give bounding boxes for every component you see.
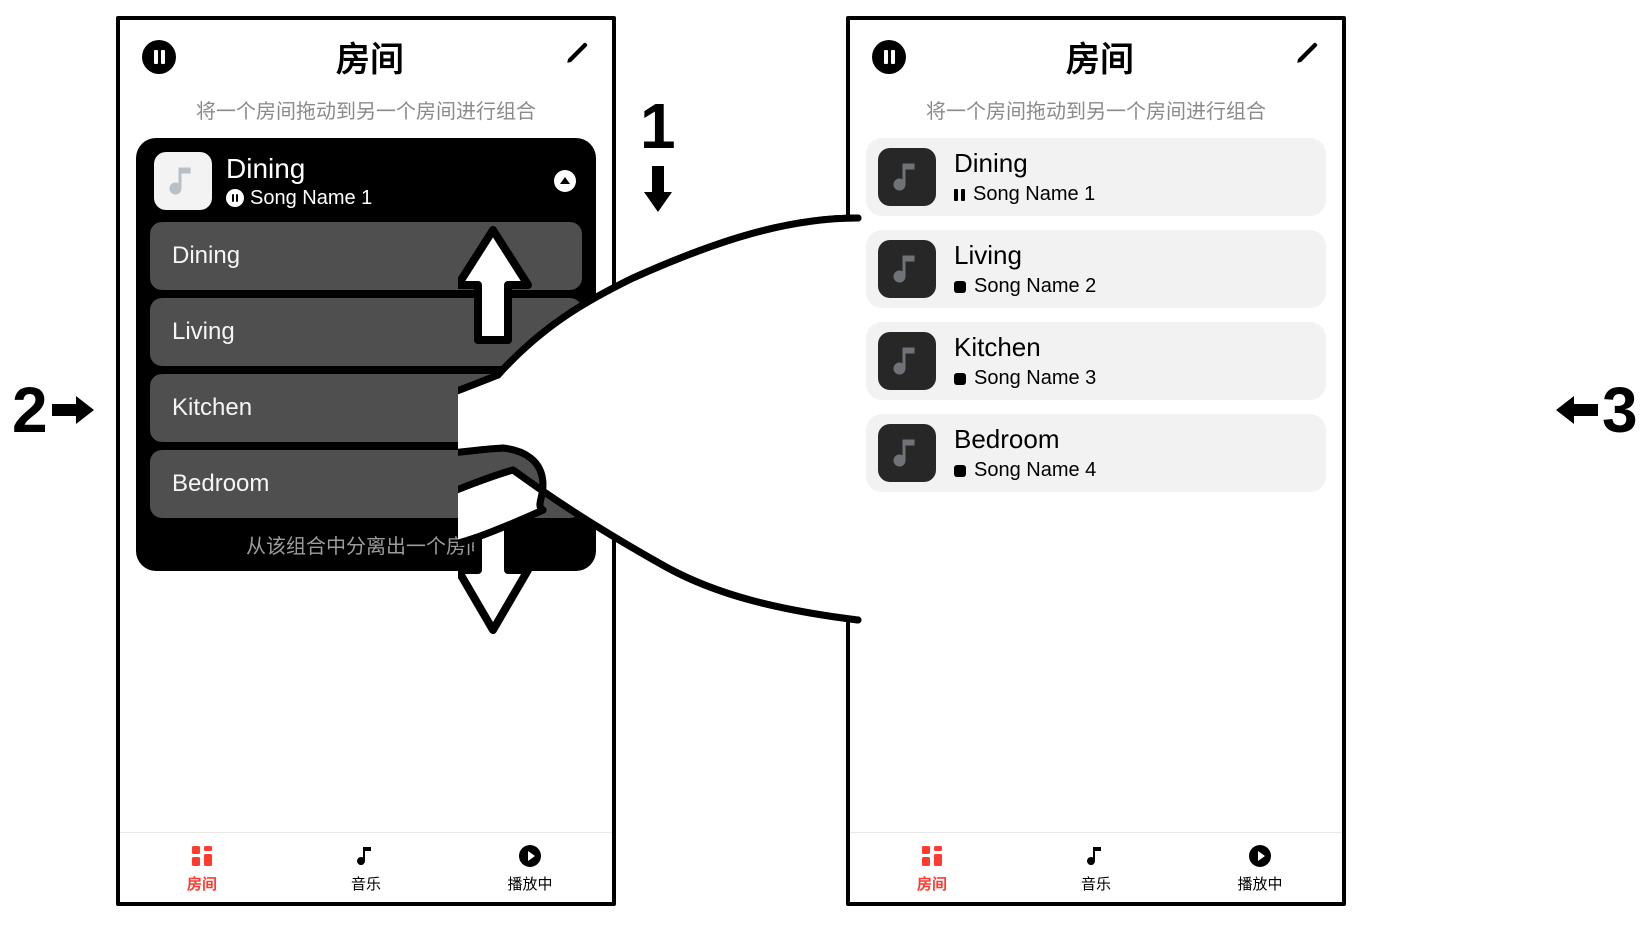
room-item[interactable]: Living Song Name 2 (866, 230, 1326, 308)
speaker-icon[interactable] (554, 170, 576, 192)
album-art-icon (878, 148, 936, 206)
room-song: Song Name 2 (954, 275, 1096, 298)
page-title: 房间 (1066, 32, 1134, 81)
callout-2: 2 (8, 378, 94, 442)
room-name: Bedroom (172, 470, 269, 497)
pause-icon (884, 50, 895, 64)
album-art-icon (878, 332, 936, 390)
pause-icon (954, 189, 965, 201)
room-name: Living (172, 318, 235, 345)
drag-hint: 将一个房间拖动到另一个房间进行组合 (120, 85, 612, 138)
tab-playing-label: 播放中 (448, 873, 612, 894)
drag-hint: 将一个房间拖动到另一个房间进行组合 (850, 85, 1342, 138)
separate-hint: 从该组合中分离出一个房间 (150, 526, 582, 559)
edit-button[interactable] (1294, 40, 1320, 73)
group-header[interactable]: Dining Song Name 1 (150, 152, 582, 210)
tab-rooms-label: 房间 (850, 873, 1014, 894)
phone-right: 房间 将一个房间拖动到另一个房间进行组合 Dining Song Name 1 (846, 16, 1346, 906)
grouped-room[interactable]: Dining (150, 222, 582, 290)
pause-icon (154, 50, 165, 64)
tab-music[interactable]: 音乐 (284, 833, 448, 902)
group-song: Song Name 1 (226, 187, 372, 210)
tab-music-label: 音乐 (284, 873, 448, 894)
tab-rooms[interactable]: 房间 (850, 833, 1014, 902)
phone-left: 房间 将一个房间拖动到另一个房间进行组合 Dining Song Name 1 … (116, 16, 616, 906)
music-icon (284, 843, 448, 869)
tab-music[interactable]: 音乐 (1014, 833, 1178, 902)
tab-playing[interactable]: 播放中 (1178, 833, 1342, 902)
room-name: Kitchen (954, 332, 1096, 367)
top-bar: 房间 (120, 20, 612, 85)
top-bar: 房间 (850, 20, 1342, 85)
stop-icon (954, 465, 966, 477)
callout-3-number: 3 (1598, 378, 1642, 442)
rooms-icon (850, 843, 1014, 869)
arrow-right-icon (52, 388, 94, 432)
room-song-name: Song Name 1 (973, 183, 1095, 206)
grouped-room[interactable]: Bedroom (150, 450, 582, 518)
album-art-icon (878, 424, 936, 482)
tab-rooms[interactable]: 房间 (120, 833, 284, 902)
stop-icon (954, 281, 966, 293)
page-title: 房间 (336, 32, 404, 81)
room-name: Kitchen (172, 394, 252, 421)
room-name: Dining (172, 242, 240, 269)
room-item[interactable]: Bedroom Song Name 4 (866, 414, 1326, 492)
room-item[interactable]: Kitchen Song Name 3 (866, 322, 1326, 400)
room-song: Song Name 3 (954, 367, 1096, 390)
room-song-name: Song Name 3 (974, 367, 1096, 390)
tab-playing[interactable]: 播放中 (448, 833, 612, 902)
edit-button[interactable] (564, 40, 590, 73)
callout-3: 3 (1556, 378, 1642, 442)
tab-bar: 房间 音乐 播放中 (120, 832, 612, 902)
play-icon (1178, 843, 1342, 869)
room-name: Living (954, 240, 1096, 275)
group-title: Dining (226, 153, 372, 185)
room-song: Song Name 4 (954, 459, 1096, 482)
album-art-icon (154, 152, 212, 210)
room-song: Song Name 1 (954, 183, 1095, 206)
pause-icon (226, 189, 244, 207)
callout-1-number: 1 (636, 94, 680, 158)
room-name: Dining (954, 148, 1095, 183)
arrow-left-icon (1556, 388, 1598, 432)
room-name: Bedroom (954, 424, 1096, 459)
pause-button[interactable] (872, 40, 906, 74)
tab-rooms-label: 房间 (120, 873, 284, 894)
rooms-icon (120, 843, 284, 869)
play-icon (448, 843, 612, 869)
callout-1: 1 (636, 94, 680, 222)
room-group-card[interactable]: Dining Song Name 1 Dining Living Kitchen… (136, 138, 596, 571)
pause-button[interactable] (142, 40, 176, 74)
arrow-down-icon (644, 158, 672, 222)
grouped-room[interactable]: Living (150, 298, 582, 366)
room-item[interactable]: Dining Song Name 1 (866, 138, 1326, 216)
tab-playing-label: 播放中 (1178, 873, 1342, 894)
callout-2-number: 2 (8, 378, 52, 442)
tab-music-label: 音乐 (1014, 873, 1178, 894)
stop-icon (954, 373, 966, 385)
room-song-name: Song Name 4 (974, 459, 1096, 482)
tab-bar: 房间 音乐 播放中 (850, 832, 1342, 902)
room-list: Dining Song Name 1 Living Song Name 2 (850, 138, 1342, 492)
group-song-name: Song Name 1 (250, 187, 372, 210)
grouped-room[interactable]: Kitchen (150, 374, 582, 442)
music-icon (1014, 843, 1178, 869)
room-song-name: Song Name 2 (974, 275, 1096, 298)
album-art-icon (878, 240, 936, 298)
